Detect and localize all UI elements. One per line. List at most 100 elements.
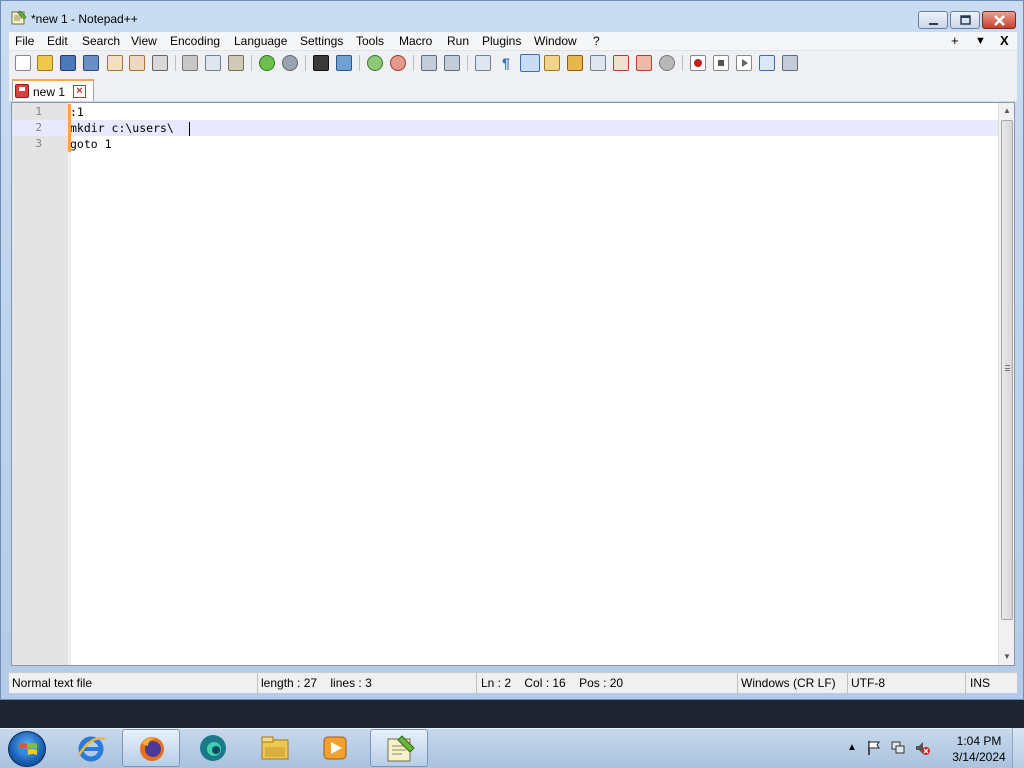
close-all-icon[interactable] xyxy=(129,55,145,71)
copy-icon[interactable] xyxy=(205,55,221,71)
menu-settings[interactable]: Settings xyxy=(298,33,345,49)
show-all-chars-icon[interactable]: ¶ xyxy=(498,55,514,71)
change-history-marker xyxy=(68,136,71,152)
tab-close-icon[interactable]: × xyxy=(73,85,86,98)
scroll-up-arrow-icon[interactable]: ▲ xyxy=(999,103,1015,119)
taskbar-file-explorer[interactable] xyxy=(246,729,304,767)
internet-explorer-icon xyxy=(77,736,106,762)
doc-switcher-icon[interactable] xyxy=(613,55,629,71)
tab-bar: new 1 × xyxy=(9,74,1017,101)
macro-save-icon[interactable] xyxy=(782,55,798,71)
maximize-button[interactable] xyxy=(950,11,980,29)
redo-icon[interactable] xyxy=(282,55,298,71)
volume-muted-icon[interactable] xyxy=(914,740,930,756)
line-text[interactable]: mkdir c:\users\ xyxy=(70,120,174,136)
taskbar-firefox[interactable] xyxy=(122,729,180,767)
sync-vertical-icon[interactable] xyxy=(421,55,437,71)
taskbar-internet-explorer[interactable] xyxy=(62,729,120,767)
status-lines: lines : 3 xyxy=(330,676,372,690)
menu-encoding[interactable]: Encoding xyxy=(168,33,222,49)
taskbar-edge[interactable] xyxy=(184,729,242,767)
undo-icon[interactable] xyxy=(259,55,275,71)
close-document-icon[interactable]: X xyxy=(1000,33,1009,49)
menu-help[interactable]: ? xyxy=(591,33,602,49)
action-center-flag-icon[interactable] xyxy=(866,740,882,756)
notepadpp-app-icon[interactable] xyxy=(11,10,27,25)
text-caret xyxy=(189,122,190,136)
line-text[interactable]: :1 xyxy=(70,104,84,120)
firefox-icon xyxy=(140,737,164,761)
menu-plugins[interactable]: Plugins xyxy=(480,33,523,49)
show-desktop-button[interactable] xyxy=(1012,728,1024,768)
open-file-icon[interactable] xyxy=(37,55,53,71)
line-text[interactable]: goto 1 xyxy=(70,136,112,152)
replace-icon[interactable] xyxy=(336,55,352,71)
macro-record-icon[interactable] xyxy=(690,55,706,71)
title-bar[interactable]: *new 1 - Notepad++ xyxy=(1,1,1023,31)
scroll-thumb[interactable] xyxy=(1001,120,1013,620)
find-icon[interactable] xyxy=(313,55,329,71)
scroll-down-arrow-icon[interactable]: ▼ xyxy=(999,649,1015,665)
new-file-icon[interactable] xyxy=(15,55,31,71)
fold-margin xyxy=(68,103,71,665)
menu-file[interactable]: File xyxy=(13,33,36,49)
minimize-button[interactable] xyxy=(918,11,948,29)
vertical-scrollbar[interactable]: ▲ ▼ xyxy=(998,103,1014,665)
text-editor[interactable]: 1 :1 2 mkdir c:\users\ 3 goto 1 ▲ ▼ xyxy=(11,102,1015,666)
macro-stop-icon[interactable] xyxy=(713,55,729,71)
status-encoding[interactable]: UTF-8 xyxy=(848,673,966,694)
tab-label: new 1 xyxy=(33,85,66,99)
new-tab-plus-icon[interactable]: + xyxy=(951,33,959,49)
toolbar-separator xyxy=(359,55,360,71)
menu-search[interactable]: Search xyxy=(80,33,122,49)
status-position: Ln : 2 Col : 16 Pos : 20 xyxy=(477,673,738,694)
macro-run-multiple-icon[interactable] xyxy=(759,55,775,71)
zoom-in-icon[interactable] xyxy=(367,55,383,71)
close-window-button[interactable] xyxy=(982,11,1016,29)
menu-run[interactable]: Run xyxy=(445,33,471,49)
toolbar-separator xyxy=(682,55,683,71)
unsaved-file-icon xyxy=(15,84,29,98)
clock-date[interactable]: 3/14/2024 xyxy=(944,750,1014,764)
close-icon[interactable] xyxy=(107,55,123,71)
doc-map-icon[interactable] xyxy=(544,55,560,71)
status-col: Col : 16 xyxy=(524,676,566,690)
start-button[interactable] xyxy=(8,731,46,767)
window-title: *new 1 - Notepad++ xyxy=(31,12,138,26)
status-ln: Ln : 2 xyxy=(481,676,512,690)
function-list-icon[interactable] xyxy=(567,55,583,71)
taskbar-notepad-plus-plus[interactable] xyxy=(370,729,428,767)
editor-line-current[interactable]: 2 mkdir c:\users\ xyxy=(12,120,998,136)
menu-tools[interactable]: Tools xyxy=(354,33,386,49)
status-eol[interactable]: Windows (CR LF) xyxy=(738,673,848,694)
menu-edit[interactable]: Edit xyxy=(45,33,70,49)
clock-time[interactable]: 1:04 PM xyxy=(944,734,1014,748)
editor-line[interactable]: 1 :1 xyxy=(12,104,998,120)
show-hidden-icons-icon[interactable]: ▲ xyxy=(844,740,860,756)
folder-as-workspace-icon[interactable] xyxy=(590,55,606,71)
menu-view[interactable]: View xyxy=(129,33,159,49)
monitor-icon[interactable] xyxy=(636,55,652,71)
save-all-icon[interactable] xyxy=(83,55,99,71)
menu-language[interactable]: Language xyxy=(232,33,289,49)
indent-guide-icon[interactable] xyxy=(520,54,540,72)
word-wrap-icon[interactable] xyxy=(475,55,491,71)
macro-play-icon[interactable] xyxy=(736,55,752,71)
save-icon[interactable] xyxy=(60,55,76,71)
change-history-marker xyxy=(68,120,71,136)
network-icon[interactable] xyxy=(890,740,906,756)
zoom-out-icon[interactable] xyxy=(390,55,406,71)
taskbar-media-player[interactable] xyxy=(306,729,364,767)
sync-horizontal-icon[interactable] xyxy=(444,55,460,71)
bubble-icon[interactable] xyxy=(659,55,675,71)
menu-macro[interactable]: Macro xyxy=(397,33,434,49)
editor-line[interactable]: 3 goto 1 xyxy=(12,136,998,152)
tab-new-1[interactable]: new 1 × xyxy=(12,79,94,101)
tab-list-dropdown-icon[interactable]: ▼ xyxy=(975,33,986,49)
menu-window[interactable]: Window xyxy=(532,33,579,49)
status-insert-mode[interactable]: INS xyxy=(966,673,1017,694)
print-icon[interactable] xyxy=(152,55,168,71)
paste-icon[interactable] xyxy=(228,55,244,71)
status-bar: Normal text file length : 27 lines : 3 L… xyxy=(9,672,1017,694)
cut-icon[interactable] xyxy=(182,55,198,71)
